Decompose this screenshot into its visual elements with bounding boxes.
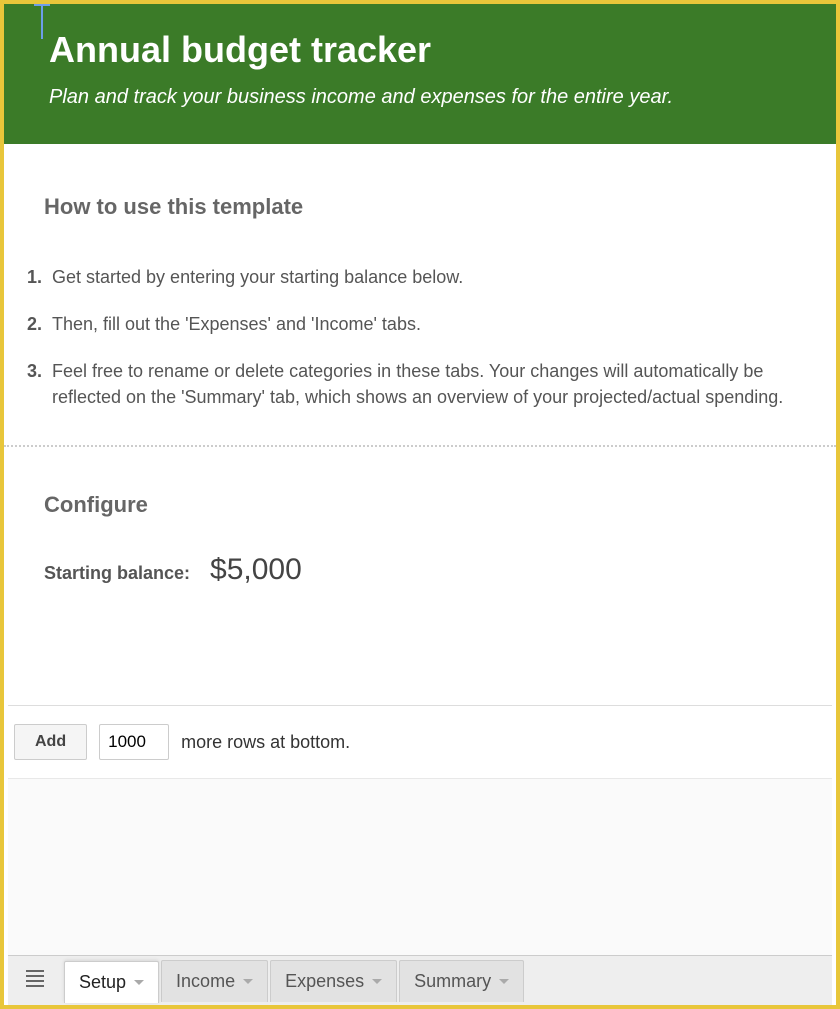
instruction-number: 3. xyxy=(14,359,42,409)
add-rows-suffix: more rows at bottom. xyxy=(181,732,350,753)
chevron-down-icon[interactable] xyxy=(243,979,253,984)
instruction-number: 2. xyxy=(14,312,42,337)
sheet-tabs-bar: Setup Income Expenses Summary xyxy=(8,955,832,1005)
instruction-text: Feel free to rename or delete categories… xyxy=(52,359,796,409)
divider xyxy=(4,445,836,447)
tab-label: Summary xyxy=(414,971,491,992)
page-title: Annual budget tracker xyxy=(49,29,796,71)
tab-income[interactable]: Income xyxy=(161,960,268,1002)
tab-setup[interactable]: Setup xyxy=(64,961,159,1003)
chevron-down-icon[interactable] xyxy=(134,980,144,985)
instructions-heading: How to use this template xyxy=(44,194,796,220)
menu-icon xyxy=(26,967,44,990)
tab-label: Expenses xyxy=(285,971,364,992)
starting-balance-value[interactable]: $5,000 xyxy=(210,553,302,587)
main-content: How to use this template 1. Get started … xyxy=(4,144,836,607)
tab-summary[interactable]: Summary xyxy=(399,960,524,1002)
instruction-item: 2. Then, fill out the 'Expenses' and 'In… xyxy=(14,312,796,337)
configure-heading: Configure xyxy=(44,492,796,518)
add-rows-section: Add more rows at bottom. xyxy=(8,705,832,955)
all-sheets-button[interactable] xyxy=(16,959,54,1003)
tab-label: Setup xyxy=(79,972,126,993)
tab-label: Income xyxy=(176,971,235,992)
tab-expenses[interactable]: Expenses xyxy=(270,960,397,1002)
chevron-down-icon[interactable] xyxy=(499,979,509,984)
starting-balance-label: Starting balance: xyxy=(44,563,190,584)
instruction-text: Then, fill out the 'Expenses' and 'Incom… xyxy=(52,312,421,337)
add-rows-button[interactable]: Add xyxy=(14,724,87,760)
instruction-text: Get started by entering your starting ba… xyxy=(52,265,463,290)
page-subtitle: Plan and track your business income and … xyxy=(49,86,796,109)
starting-balance-row: Starting balance: $5,000 xyxy=(44,553,796,587)
cell-cursor-icon xyxy=(34,4,50,39)
header: Annual budget tracker Plan and track you… xyxy=(4,4,836,144)
instruction-item: 3. Feel free to rename or delete categor… xyxy=(14,359,796,409)
chevron-down-icon[interactable] xyxy=(372,979,382,984)
instructions-list: 1. Get started by entering your starting… xyxy=(14,265,796,410)
instruction-number: 1. xyxy=(14,265,42,290)
rows-count-input[interactable] xyxy=(99,724,169,760)
instruction-item: 1. Get started by entering your starting… xyxy=(14,265,796,290)
